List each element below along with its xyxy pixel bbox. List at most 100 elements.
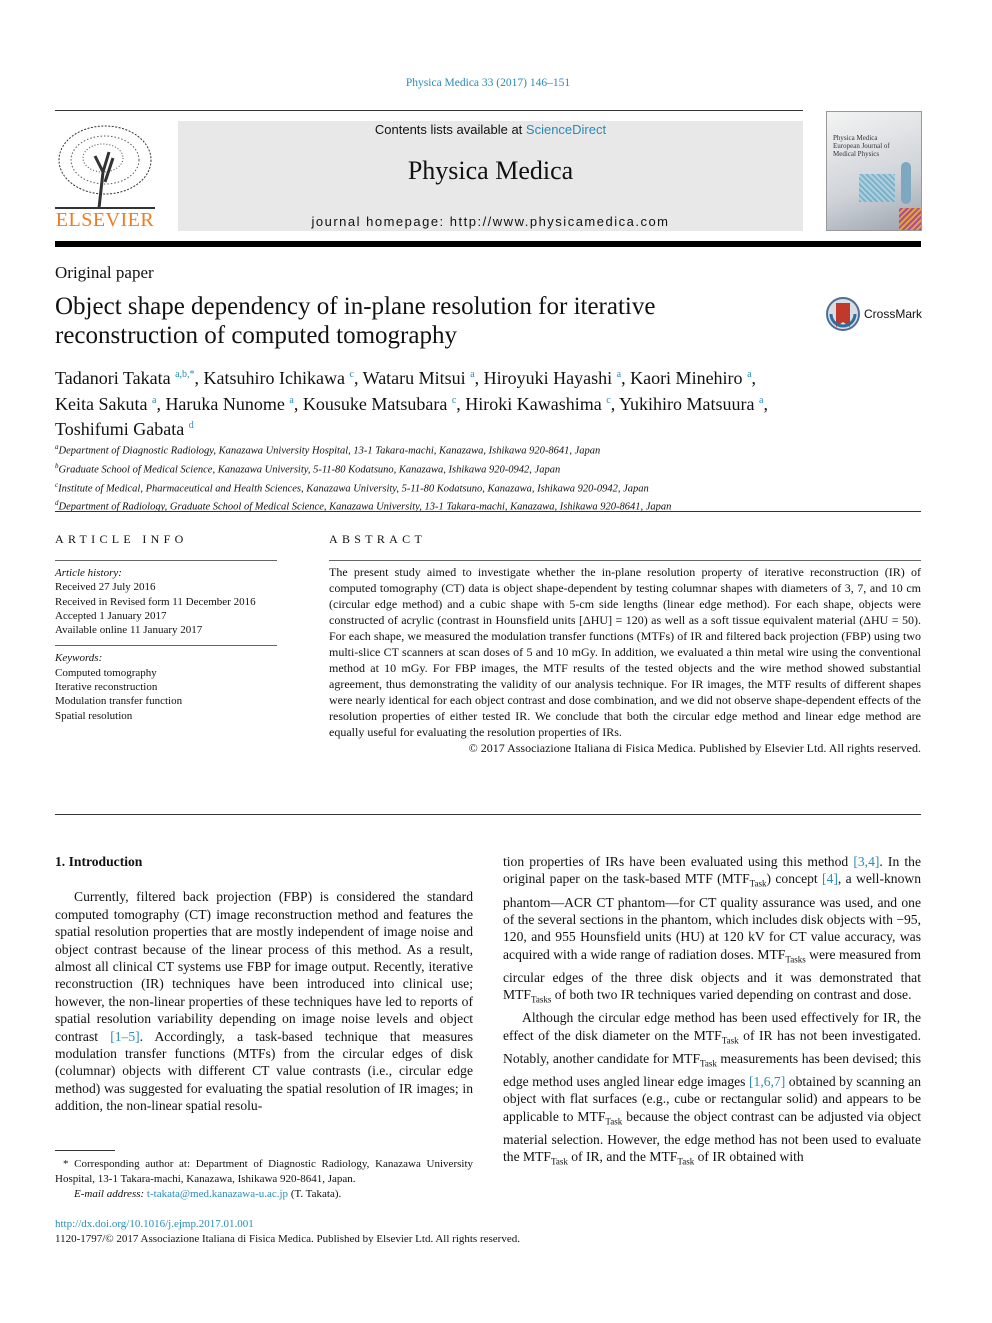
author-affiliation-link[interactable]: a	[759, 395, 763, 406]
article-type: Original paper	[55, 263, 154, 282]
body-text: tion properties of IRs have been evaluat…	[503, 854, 854, 869]
author-affiliation-link[interactable]: a	[470, 369, 474, 380]
keyword-list: Computed tomography Iterative reconstruct…	[55, 666, 277, 723]
divider	[55, 645, 277, 647]
abstract-text: The present study aimed to investigate w…	[329, 565, 921, 739]
author-name: Tadanori Takata	[55, 368, 171, 388]
email-link[interactable]: t-takata@med.kanazawa-u.ac.jp	[147, 1188, 288, 1200]
subscript: Task	[550, 1157, 568, 1168]
contents-label: Contents lists available at	[374, 122, 526, 137]
keyword: Modulation transfer function	[55, 695, 183, 708]
affiliation-text: Graduate School of Medical Science, Kana…	[58, 464, 561, 476]
author-name: Wataru Mitsui	[362, 368, 466, 388]
affiliation: aDepartment of Diagnostic Radiology, Kan…	[55, 440, 671, 459]
author-name: Katsuhiro Ichikawa	[203, 368, 345, 388]
subscript: Task	[677, 1157, 695, 1168]
subscript: Task	[749, 879, 767, 890]
elsevier-tree-icon	[55, 125, 155, 209]
issn-copyright: 1120-1797/© 2017 Associazione Italiana d…	[55, 1232, 520, 1245]
body-text: of IR obtained with	[694, 1149, 804, 1165]
affiliation: bGraduate School of Medical Science, Kan…	[55, 459, 671, 478]
body-text: 1. Introduction	[55, 854, 143, 869]
author-affiliation-link[interactable]: a	[289, 395, 293, 406]
body-column-left: 1. Introduction Currently, filtered back …	[55, 853, 473, 1115]
affiliation-text: Department of Diagnostic Radiology, Kana…	[58, 445, 601, 457]
sciencedirect-link[interactable]: ScienceDirect	[526, 122, 606, 137]
journal-citation-link[interactable]: Physica Medica 33 (2017) 146–151	[0, 77, 976, 89]
author-affiliation-link[interactable]: a	[747, 369, 751, 380]
article-info: Article history: Received 27 July 2016 Re…	[55, 566, 277, 723]
body-column-right: tion properties of IRs have been evaluat…	[503, 853, 921, 1172]
author-affiliation-link[interactable]: c	[452, 395, 456, 406]
corresponding-author-note: * Corresponding author at: Department of…	[55, 1158, 473, 1185]
reference-link[interactable]: [4]	[822, 871, 838, 886]
abstract: The present study aimed to investigate w…	[329, 564, 921, 756]
subscript: Task	[721, 1035, 739, 1046]
history-label: Article history:	[55, 567, 122, 579]
author-affiliation-link[interactable]: c	[606, 395, 610, 406]
author-name: Yukihiro Matsuura	[619, 393, 755, 414]
cover-text: Physica Medica European Journal of Medic…	[833, 134, 890, 158]
journal-title: Physica Medica	[407, 156, 574, 185]
affiliation-text: Institute of Medical, Pharmaceutical and…	[58, 483, 649, 495]
body-paragraph: Although the circular edge method has be…	[503, 1009, 921, 1171]
author-affiliation-link[interactable]: a,b,*	[175, 369, 194, 380]
reference-link[interactable]: [1,6,7]	[749, 1074, 785, 1089]
author-name: Keita Sakuta	[55, 393, 148, 414]
contents-line: Contents lists available at ScienceDirec…	[178, 122, 803, 137]
divider	[55, 110, 803, 111]
journal-homepage-link[interactable]: journal homepage: http://www.physicamedi…	[178, 214, 803, 229]
author-name: Haruka Nunome	[165, 393, 285, 414]
copyright: © 2017 Associazione Italiana di Fisica M…	[468, 741, 921, 755]
reference-link[interactable]: [3,4]	[853, 854, 879, 869]
history-item: Available online 11 January 2017	[55, 624, 203, 637]
article-history: Received 27 July 2016 Received in Revised…	[55, 580, 277, 637]
history-item: Accepted 1 January 2017	[55, 609, 167, 622]
footnote: * Corresponding author at: Department of…	[55, 1157, 473, 1202]
elsevier-wordmark: ELSEVIER	[55, 209, 155, 231]
body-paragraph: tion properties of IRs have been evaluat…	[503, 853, 921, 1009]
divider	[329, 560, 921, 561]
article-info-heading: ARTICLE INFO	[55, 532, 188, 546]
abstract-heading: ABSTRACT	[329, 532, 427, 546]
elsevier-logo[interactable]: ELSEVIER	[55, 122, 155, 232]
author-name: Toshifumi Gabata	[55, 419, 185, 439]
subscript: Task	[605, 1116, 623, 1127]
keywords-label: Keywords:	[55, 652, 103, 665]
doi-block: http://dx.doi.org/10.1016/j.ejmp.2017.01…	[55, 1217, 520, 1246]
page: Physica Medica 33 (2017) 146–151 ELSEVIE…	[0, 0, 992, 1323]
email-suffix: (T. Takata).	[288, 1188, 342, 1200]
reference-link[interactable]: [1–5]	[110, 1029, 139, 1044]
header-rule	[55, 241, 921, 247]
crossmark-button[interactable]: CrossMark	[826, 297, 922, 331]
journal-cover-image[interactable]: Physica Medica European Journal of Medic…	[826, 111, 922, 231]
email-label: E-mail address:	[74, 1188, 147, 1200]
author-list: Tadanori Takata a,b,*, Katsuhiro Ichikaw…	[55, 368, 768, 439]
author-affiliation-link[interactable]: a	[152, 395, 156, 406]
history-item: Received 27 July 2016	[55, 581, 156, 594]
history-item: Received in Revised form 11 December 201…	[55, 595, 256, 608]
article-title: Object shape dependency of in-plane reso…	[55, 293, 656, 349]
author-name: Kaori Minehiro	[630, 368, 743, 388]
keyword: Computed tomography	[55, 666, 157, 679]
author-name: Hiroyuki Hayashi	[483, 368, 613, 388]
author-affiliation-link[interactable]: c	[350, 369, 354, 380]
affiliation: dDepartment of Radiology, Graduate Schoo…	[55, 496, 671, 515]
body-paragraph: Currently, filtered back projection (FBP…	[55, 888, 473, 1114]
author-affiliation-link[interactable]: d	[189, 420, 194, 431]
subscript: Tasks	[785, 954, 806, 965]
subscript: Task	[700, 1058, 717, 1069]
author-affiliation-link[interactable]: a	[617, 369, 621, 380]
crossmark-icon	[826, 297, 860, 331]
keyword: Iterative reconstruction	[55, 681, 158, 694]
journal-banner: Contents lists available at ScienceDirec…	[178, 121, 803, 231]
author-name: Kousuke Matsubara	[302, 393, 448, 414]
section-heading: 1. Introduction	[55, 853, 473, 870]
doi-link[interactable]: http://dx.doi.org/10.1016/j.ejmp.2017.01…	[55, 1218, 254, 1230]
author-name: Hiroki Kawashima	[465, 393, 602, 414]
affiliation: cInstitute of Medical, Pharmaceutical an…	[55, 478, 671, 497]
keyword: Spatial resolution	[55, 709, 133, 722]
body-text: of both two IR techniques varied dependi…	[551, 987, 912, 1003]
footnote-rule	[55, 1150, 115, 1151]
divider	[55, 511, 921, 512]
